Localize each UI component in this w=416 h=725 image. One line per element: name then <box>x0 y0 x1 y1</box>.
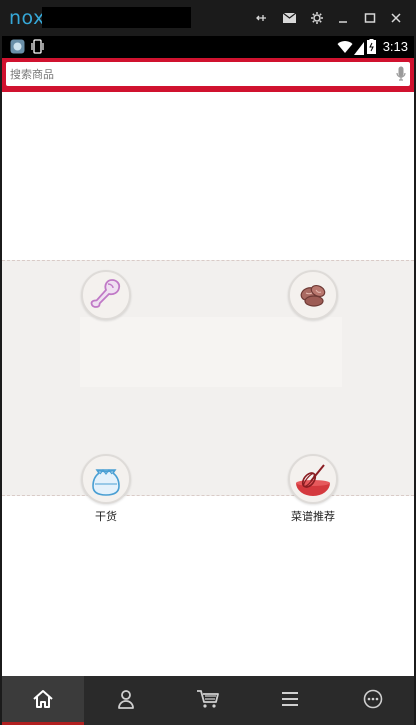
emulator-title-bar: nox <box>0 0 416 36</box>
close-icon[interactable] <box>387 9 405 27</box>
pin-icon[interactable] <box>252 9 270 27</box>
wifi-icon <box>337 39 353 54</box>
cart-icon <box>196 689 220 713</box>
status-bar: 3:13 <box>2 36 414 58</box>
nav-home[interactable] <box>2 676 85 725</box>
more-icon <box>363 689 383 713</box>
menu-icon <box>281 691 299 711</box>
signal-icon <box>354 40 364 55</box>
redacted-window-title <box>42 7 191 28</box>
settings-icon[interactable] <box>308 9 326 27</box>
microphone-icon[interactable] <box>396 66 406 82</box>
banner-area <box>2 92 414 260</box>
bottom-navigation <box>2 676 414 725</box>
nav-menu[interactable] <box>249 676 331 725</box>
recipe-whisk-bowl-icon <box>288 454 338 504</box>
category-item[interactable] <box>46 270 166 338</box>
home-icon <box>32 689 54 713</box>
dry-goods-sack-icon <box>81 454 131 504</box>
category-item[interactable] <box>253 270 373 338</box>
status-time: 3:13 <box>382 39 408 54</box>
category-item[interactable]: 干货 <box>46 454 166 523</box>
user-icon <box>116 689 136 713</box>
nox-logo: nox <box>9 7 45 29</box>
nav-more[interactable] <box>332 676 414 725</box>
maximize-icon[interactable] <box>361 9 379 27</box>
search-input[interactable] <box>10 64 390 84</box>
app-notification-icon <box>10 39 25 54</box>
mail-icon[interactable] <box>280 9 298 27</box>
search-box[interactable] <box>6 62 410 86</box>
nav-user[interactable] <box>84 676 166 725</box>
category-label: 菜谱推荐 <box>291 510 335 523</box>
category-grid: 干货 菜谱推荐 <box>2 260 414 523</box>
search-bar <box>2 58 414 92</box>
meat-icon <box>288 270 338 320</box>
vibrate-icon <box>30 39 45 54</box>
category-label <box>46 324 166 338</box>
minimize-icon[interactable] <box>334 9 352 27</box>
nav-cart[interactable] <box>167 676 249 725</box>
drumstick-icon <box>81 270 131 320</box>
category-item[interactable]: 菜谱推荐 <box>253 454 373 523</box>
android-screen: 3:13 搜索商品 干货 菜谱推荐 <box>2 36 414 725</box>
category-label: 干货 <box>95 510 117 523</box>
battery-icon <box>367 39 376 54</box>
category-label <box>253 324 373 338</box>
